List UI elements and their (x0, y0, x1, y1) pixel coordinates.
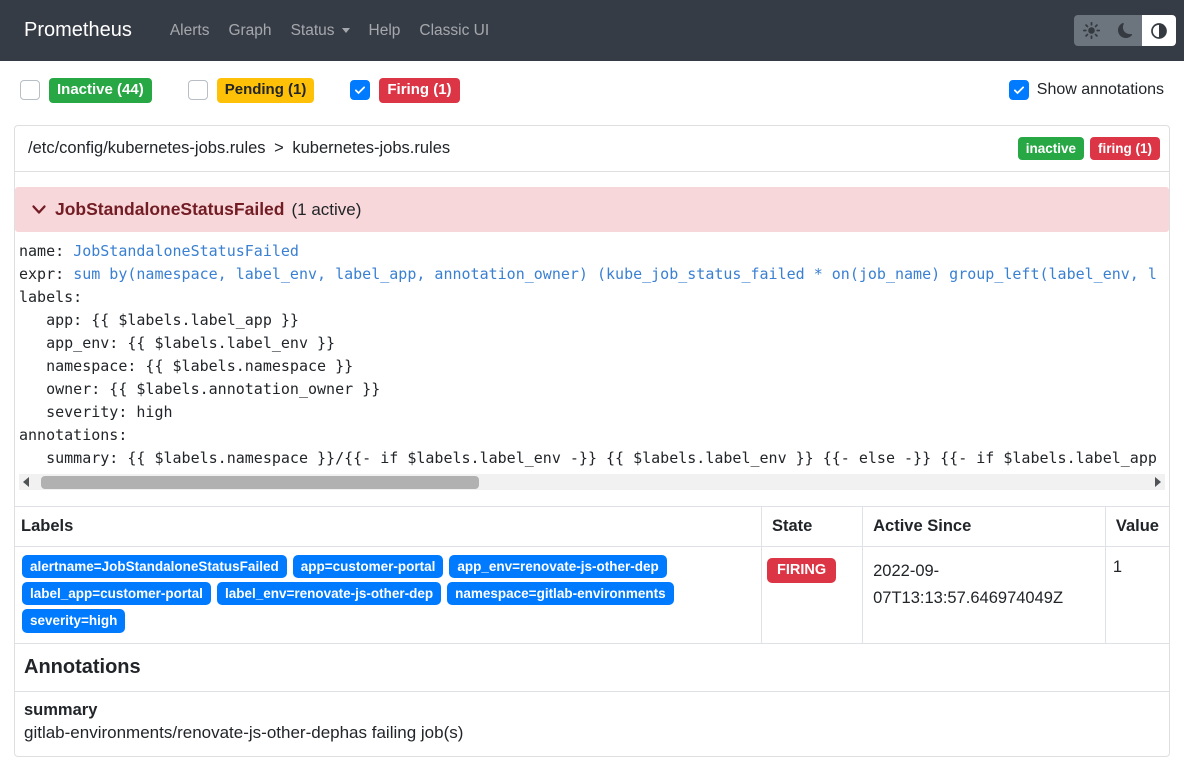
brand-link[interactable]: Prometheus (24, 19, 132, 42)
code-line: app: {{ $labels.label_app }} (19, 309, 1169, 332)
theme-auto-button[interactable] (1142, 15, 1176, 46)
rule-file-badges: inactivefiring (1) (1012, 137, 1160, 161)
filter-checkbox-firing-1[interactable] (350, 80, 370, 100)
label-badge-app: app=customer-portal (293, 555, 444, 578)
caret-down-icon (342, 28, 350, 33)
nav-item-classic-ui[interactable]: Classic UI (419, 22, 489, 40)
code-key: summary: {{ $labels.namespace }}/{{- if … (19, 449, 1157, 467)
alert-labels-cell: alertname=JobStandaloneStatusFailed app=c… (15, 547, 762, 644)
nav-item-alerts[interactable]: Alerts (170, 22, 210, 40)
sun-icon (1083, 22, 1100, 39)
code-value: sum by(namespace, label_env, label_app, … (73, 265, 1157, 283)
code-line: name: JobStandaloneStatusFailed (19, 240, 1169, 263)
code-key: app: {{ $labels.label_app }} (19, 311, 299, 329)
rule-file-separator: > (274, 139, 284, 157)
alert-active-since-cell: 2022-09-07T13:13:57.646974049Z (863, 547, 1106, 644)
alert-state-cell: FIRING (762, 547, 863, 644)
filter-checkbox-pending-1[interactable] (188, 80, 208, 100)
code-line: expr: sum by(namespace, label_env, label… (19, 263, 1169, 286)
code-key: labels: (19, 288, 82, 306)
label-badge-app-env: app_env=renovate-js-other-dep (449, 555, 666, 578)
code-key: severity: high (19, 403, 173, 421)
alerts-table-header-row: Labels State Active Since Value (15, 507, 1169, 547)
alert-value-cell: 1 (1105, 547, 1169, 644)
code-line: app_env: {{ $labels.label_env }} (19, 332, 1169, 355)
alert-filters: Inactive (44) Pending (1) Firing (1) (20, 78, 496, 103)
rule-file-badge-firing-1: firing (1) (1090, 137, 1160, 161)
filter-badge-pending-1: Pending (1) (217, 78, 315, 103)
navbar-links: Alerts Graph Status Help Classic UI (170, 22, 508, 40)
code-key: app_env: {{ $labels.label_env }} (19, 334, 335, 352)
navbar: Prometheus Alerts Graph Status Help Classic … (0, 0, 1184, 61)
annotations-title: Annotations (15, 644, 1169, 692)
rule-file-badge-inactive: inactive (1018, 137, 1084, 161)
show-annotations-label: Show annotations (1037, 81, 1164, 99)
scrollbar-thumb[interactable] (41, 476, 479, 489)
rule-group-card: /etc/config/kubernetes-jobs.rules > kube… (14, 125, 1170, 757)
filter-badge-firing-1: Firing (1) (379, 78, 459, 103)
label-badge-severity: severity=high (22, 609, 125, 632)
filter-badge-inactive-44: Inactive (44) (49, 78, 152, 103)
nav-item-help[interactable]: Help (369, 22, 401, 40)
filter-inactive-44[interactable]: Inactive (44) (20, 78, 152, 103)
scroll-left-arrow-icon[interactable] (19, 477, 33, 487)
nav-item-graph[interactable]: Graph (228, 22, 271, 40)
show-annotations-toggle[interactable]: Show annotations (1009, 80, 1164, 100)
annotation-item: summary gitlab-environments/renovate-js-… (15, 692, 1169, 756)
code-key: namespace: {{ $labels.namespace }} (19, 357, 353, 375)
rule-definition: name: JobStandaloneStatusFailedexpr: sum… (15, 232, 1169, 472)
theme-dark-button[interactable] (1108, 15, 1142, 46)
annotation-key: summary (24, 701, 1160, 720)
rule-group-name: kubernetes-jobs.rules (292, 139, 450, 157)
state-badge: FIRING (767, 558, 836, 583)
column-header-value: Value (1105, 507, 1169, 547)
horizontal-scrollbar[interactable] (19, 474, 1165, 490)
auto-theme-icon (1151, 23, 1167, 39)
label-badge-label-app: label_app=customer-portal (22, 582, 211, 605)
code-line: namespace: {{ $labels.namespace }} (19, 355, 1169, 378)
filter-firing-1[interactable]: Firing (1) (350, 78, 459, 103)
show-annotations-checkbox[interactable] (1009, 80, 1029, 100)
scrollbar-track[interactable] (33, 474, 1151, 490)
code-line: owner: {{ $labels.annotation_owner }} (19, 378, 1169, 401)
column-header-state: State (762, 507, 863, 547)
annotation-value: gitlab-environments/renovate-js-other-de… (24, 723, 1160, 743)
code-value: JobStandaloneStatusFailed (73, 242, 299, 260)
label-badge-label-env: label_env=renovate-js-other-dep (217, 582, 441, 605)
alert-accordion-header[interactable]: JobStandaloneStatusFailed (1 active) (15, 187, 1169, 232)
code-key: name: (19, 242, 73, 260)
column-header-labels: Labels (15, 507, 762, 547)
rule-file-path-text: /etc/config/kubernetes-jobs.rules (28, 139, 266, 157)
theme-light-button[interactable] (1074, 15, 1108, 46)
chevron-down-icon (30, 201, 48, 218)
filter-pending-1[interactable]: Pending (1) (188, 78, 315, 103)
alert-row: alertname=JobStandaloneStatusFailed app=c… (15, 547, 1169, 644)
code-line: annotations: (19, 424, 1169, 447)
code-line: summary: {{ $labels.namespace }}/{{- if … (19, 447, 1169, 470)
filter-row: Inactive (44) Pending (1) Firing (1) Show … (20, 78, 1164, 103)
nav-item-status[interactable]: Status (291, 22, 350, 40)
code-key: owner: {{ $labels.annotation_owner }} (19, 380, 380, 398)
label-badge-alertname: alertname=JobStandaloneStatusFailed (22, 555, 287, 578)
moon-icon (1118, 23, 1133, 38)
alert-labels-wrap: alertname=JobStandaloneStatusFailed app=c… (22, 555, 753, 633)
filter-checkbox-inactive-44[interactable] (20, 80, 40, 100)
rule-file-header: /etc/config/kubernetes-jobs.rules > kube… (15, 126, 1169, 173)
scroll-right-arrow-icon[interactable] (1151, 477, 1165, 487)
alert-rule-name: JobStandaloneStatusFailed (55, 199, 284, 220)
label-badge-namespace: namespace=gitlab-environments (447, 582, 673, 605)
column-header-active-since: Active Since (863, 507, 1106, 547)
code-line: labels: (19, 286, 1169, 309)
code-key: annotations: (19, 426, 127, 444)
theme-toggle-group (1074, 15, 1176, 46)
alerts-table: Labels State Active Since Value alertnam… (15, 506, 1169, 644)
code-key: expr: (19, 265, 73, 283)
alert-active-count: (1 active) (291, 200, 361, 220)
rule-file-path: /etc/config/kubernetes-jobs.rules > kube… (28, 139, 450, 158)
code-line: severity: high (19, 401, 1169, 424)
